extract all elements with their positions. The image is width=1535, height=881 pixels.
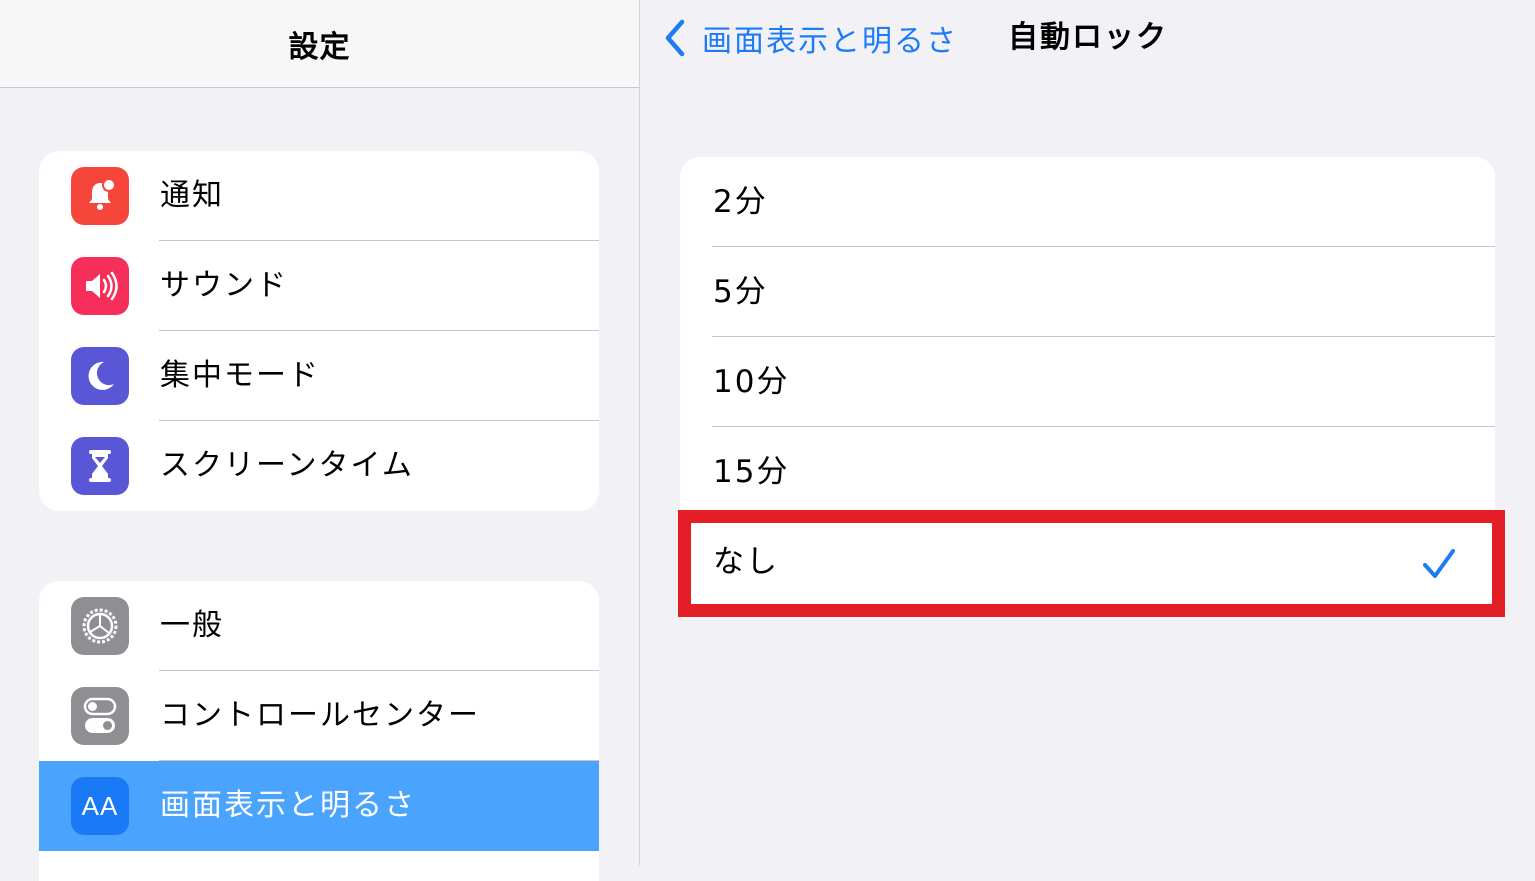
speaker-icon [71,257,129,315]
sidebar-title: 設定 [288,29,351,65]
option-label: 5分 [713,274,768,310]
sidebar-item-label: 集中モード [160,358,320,393]
sidebar-item-notifications[interactable]: 通知 [39,151,599,241]
toggles-icon [71,687,129,745]
checkmark-icon [1423,549,1455,578]
option-5min[interactable]: 5分 [680,247,1495,337]
sidebar-item-label: コントロールセンター [160,698,480,733]
sidebar-item-label: スクリーンタイム [160,448,414,483]
sidebar-item-general[interactable]: 一般 [39,581,599,671]
settings-group-2: 一般 コントロールセンター AA 画面表示と明るさ [39,581,599,881]
chevron-left-icon [665,19,685,57]
option-label: 2分 [713,184,768,220]
gear-icon [71,597,129,655]
sidebar-item-label: サウンド [160,268,288,303]
sidebar-header: 設定 [0,0,639,88]
settings-group-1: 通知 サウンド 集中モード スクリーンタイム [39,151,599,511]
moon-icon [71,347,129,405]
back-button[interactable]: 画面表示と明るさ [662,14,958,62]
option-label: 10分 [713,364,790,400]
sidebar-item-sounds[interactable]: サウンド [39,241,599,331]
bell-badge-icon [71,167,129,225]
page-title: 自動ロック [1008,20,1168,55]
option-label: 15分 [713,454,790,490]
sidebar-item-screen-time[interactable]: スクリーンタイム [39,421,599,511]
option-2min[interactable]: 2分 [680,157,1495,247]
option-never[interactable]: なし [680,517,1495,607]
sidebar-item-label: 通知 [160,178,224,213]
sidebar-item-label: 一般 [160,608,224,643]
sidebar-item-control-center[interactable]: コントロールセンター [39,671,599,761]
settings-sidebar: 設定 通知 サウンド 集中モード スクリーンタイム 一般 コントロールセンター … [0,0,640,881]
option-10min[interactable]: 10分 [680,337,1495,427]
auto-lock-options: 2分 5分 10分 15分 なし [680,157,1495,607]
sidebar-item-label: 画面表示と明るさ [160,788,416,823]
back-button-label: 画面表示と明るさ [702,24,958,59]
aa-icon-text: AA [81,790,119,821]
hourglass-icon [71,437,129,495]
aa-icon: AA [71,777,129,835]
sidebar-item-display-brightness[interactable]: AA 画面表示と明るさ [39,761,599,851]
option-label: なし [713,544,779,580]
sidebar-item-focus[interactable]: 集中モード [39,331,599,421]
option-15min[interactable]: 15分 [680,427,1495,517]
